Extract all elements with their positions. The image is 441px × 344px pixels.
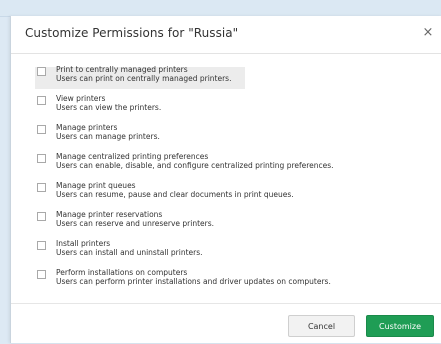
backdrop: [0, 0, 441, 17]
permission-item-manage-printers[interactable]: Manage printers Users can manage printer…: [35, 123, 415, 147]
dialog-footer: Cancel Customize: [11, 303, 441, 344]
permission-label: Install printers: [56, 239, 111, 248]
permission-checkbox[interactable]: [37, 241, 46, 250]
permission-label: Manage centralized printing preferences: [56, 152, 209, 161]
permission-checkbox[interactable]: [37, 154, 46, 163]
permission-item-install-printers[interactable]: Install printers Users can install and u…: [35, 239, 415, 263]
permission-checkbox[interactable]: [37, 67, 46, 76]
permission-item-view-printers[interactable]: View printers Users can view the printer…: [35, 94, 415, 118]
permission-item-print[interactable]: Print to centrally managed printers User…: [35, 65, 245, 89]
permission-description: Users can enable, disable, and configure…: [56, 161, 334, 170]
permission-item-manage-queues[interactable]: Manage print queues Users can resume, pa…: [35, 181, 415, 205]
permission-description: Users can perform printer installations …: [56, 277, 331, 286]
permission-description: Users can print on centrally managed pri…: [56, 74, 232, 83]
permission-label: View printers: [56, 94, 106, 103]
permission-item-perform-installations[interactable]: Perform installations on computers Users…: [35, 268, 415, 292]
customize-permissions-dialog: Customize Permissions for "Russia" × Pri…: [10, 16, 441, 343]
permission-checkbox[interactable]: [37, 270, 46, 279]
permission-label: Perform installations on computers: [56, 268, 188, 277]
permission-checkbox[interactable]: [37, 212, 46, 221]
permission-item-manage-reservations[interactable]: Manage printer reservations Users can re…: [35, 210, 415, 234]
permission-item-manage-preferences[interactable]: Manage centralized printing preferences …: [35, 152, 415, 176]
permission-label: Print to centrally managed printers: [56, 65, 188, 74]
permission-checkbox[interactable]: [37, 96, 46, 105]
permission-description: Users can manage printers.: [56, 132, 160, 141]
permission-description: Users can resume, pause and clear docume…: [56, 190, 294, 199]
permission-description: Users can view the printers.: [56, 103, 162, 112]
permission-label: Manage print queues: [56, 181, 136, 190]
permission-checkbox[interactable]: [37, 183, 46, 192]
cancel-button[interactable]: Cancel: [288, 315, 355, 337]
dialog-header: Customize Permissions for "Russia" ×: [11, 16, 441, 54]
permission-description: Users can install and uninstall printers…: [56, 248, 203, 257]
permission-label: Manage printer reservations: [56, 210, 163, 219]
permission-checkbox[interactable]: [37, 125, 46, 134]
customize-button[interactable]: Customize: [366, 315, 434, 337]
dialog-title: Customize Permissions for "Russia": [25, 26, 239, 40]
close-icon[interactable]: ×: [421, 26, 435, 40]
permission-description: Users can reserve and unreserve printers…: [56, 219, 215, 228]
permission-label: Manage printers: [56, 123, 118, 132]
